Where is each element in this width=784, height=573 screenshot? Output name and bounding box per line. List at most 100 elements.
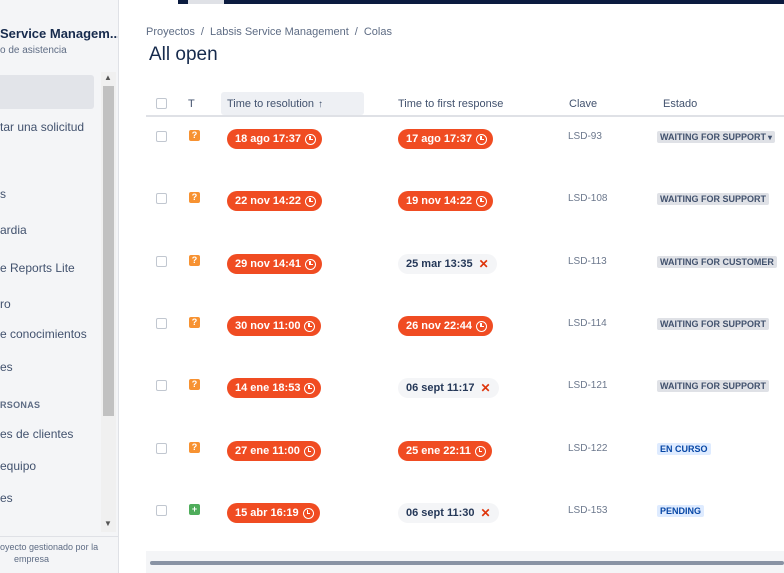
row-checkbox[interactable] — [156, 256, 167, 267]
sla-resolution-value: 30 nov 11:00 — [235, 320, 301, 332]
status-label: WAITING FOR SUPPORT — [660, 319, 767, 329]
issue-key-link[interactable]: LSD-121 — [568, 380, 607, 391]
question-type-icon: ? — [189, 255, 200, 266]
sidebar-item-3[interactable]: ardia — [0, 223, 27, 237]
sla-first-response-value: 25 mar 13:35 — [406, 258, 473, 270]
sla-resolution-value: 18 ago 17:37 — [235, 133, 302, 145]
issue-key-link[interactable]: LSD-113 — [568, 256, 607, 267]
status-label: WAITING FOR SUPPORT — [660, 381, 767, 391]
breadcrumb-queues[interactable]: Colas — [364, 26, 392, 38]
question-type-icon: ? — [189, 442, 200, 453]
top-navigation-bar — [178, 0, 784, 4]
sla-resolution-lozenge: 22 nov 14:22 — [227, 191, 323, 211]
question-type-icon: ? — [189, 192, 200, 203]
row-checkbox[interactable] — [156, 443, 167, 454]
question-type-icon: ? — [189, 317, 200, 328]
clock-icon — [303, 445, 315, 457]
row-checkbox[interactable] — [156, 505, 167, 516]
sla-first-response-value: 06 sept 11:30 — [406, 507, 475, 519]
sidebar-item-customers[interactable]: es de clientes — [0, 427, 73, 441]
horizontal-scrollbar-thumb[interactable] — [150, 561, 784, 565]
sla-first-response-value: 17 ago 17:37 — [406, 133, 473, 145]
sla-first-response-lozenge: 19 nov 14:22 — [398, 191, 494, 211]
sla-first-response-lozenge: 25 ene 22:11 — [398, 441, 492, 461]
status-lozenge[interactable]: WAITING FOR SUPPORT ▾ — [657, 131, 776, 143]
column-header-status[interactable]: Estado — [663, 98, 697, 110]
issue-key-link[interactable]: LSD-108 — [568, 193, 607, 204]
sidebar-section-people: RSONAS — [0, 400, 41, 410]
status-lozenge[interactable]: PENDING — [657, 505, 705, 517]
breadcrumb-project[interactable]: Labsis Service Management — [210, 26, 349, 38]
sla-first-response-value: 06 sept 11:17 — [406, 382, 475, 394]
sidebar-item-5[interactable]: ro — [0, 297, 11, 311]
sla-first-response-lozenge: 06 sept 11:30 ✕ — [398, 503, 499, 523]
sla-resolution-lozenge: 29 nov 14:41 — [227, 254, 323, 274]
new-feature-type-icon: + — [189, 504, 200, 515]
sidebar-item-7[interactable]: es — [0, 360, 13, 374]
sla-resolution-lozenge: 14 ene 18:53 — [227, 378, 322, 398]
sla-breached-x-icon: ✕ — [480, 381, 491, 395]
chevron-down-icon[interactable]: ▾ — [768, 133, 772, 142]
issue-key-link[interactable]: LSD-93 — [568, 131, 602, 142]
status-lozenge[interactable]: EN CURSO — [657, 443, 711, 455]
sla-breached-x-icon: ✕ — [480, 506, 491, 520]
status-lozenge[interactable]: WAITING FOR SUPPORT — [657, 193, 770, 205]
sidebar-item-10[interactable]: es — [0, 491, 13, 505]
question-type-icon: ? — [189, 130, 200, 141]
row-checkbox[interactable] — [156, 193, 167, 204]
scroll-down-arrow-icon[interactable]: ▼ — [104, 519, 112, 528]
sidebar-footer: oyecto gestionado por la empresa — [0, 536, 118, 573]
sidebar-item-raise-request[interactable]: tar una solicitud — [0, 120, 84, 134]
status-label: WAITING FOR SUPPORT — [660, 194, 767, 204]
sidebar-item-selected[interactable] — [0, 75, 94, 109]
issue-key-link[interactable]: LSD-153 — [568, 505, 607, 516]
sidebar-item-2[interactable]: s — [0, 187, 6, 201]
status-label: WAITING FOR SUPPORT — [660, 132, 767, 142]
issue-key-link[interactable]: LSD-114 — [568, 318, 607, 329]
row-checkbox[interactable] — [156, 318, 167, 329]
sla-resolution-value: 22 nov 14:22 — [235, 195, 302, 207]
sort-ascending-icon: ↑ — [318, 99, 324, 110]
status-label: PENDING — [660, 506, 702, 516]
sidebar: Service Managem... o de asistencia tar u… — [0, 0, 119, 573]
column-header-time-to-first-response[interactable]: Time to first response — [398, 98, 503, 110]
issue-key-link[interactable]: LSD-122 — [568, 443, 607, 454]
breadcrumb-separator: / — [354, 26, 358, 38]
sla-resolution-value: 29 nov 14:41 — [235, 258, 302, 270]
scroll-up-arrow-icon[interactable]: ▲ — [104, 73, 112, 82]
page-title: All open — [149, 44, 218, 65]
select-all-checkbox[interactable] — [156, 98, 167, 109]
sla-breached-x-icon: ✕ — [478, 257, 489, 271]
footer-line-1: oyecto gestionado por la — [0, 542, 99, 552]
clock-icon — [305, 258, 317, 270]
sla-resolution-lozenge: 30 nov 11:00 — [227, 316, 322, 336]
sla-resolution-lozenge: 15 abr 16:19 — [227, 503, 320, 523]
row-checkbox[interactable] — [156, 131, 167, 142]
table-header: T Time to resolution ↑ Time to first resp… — [146, 92, 784, 117]
clock-icon — [302, 507, 314, 519]
status-lozenge[interactable]: WAITING FOR SUPPORT — [657, 318, 770, 330]
row-checkbox[interactable] — [156, 380, 167, 391]
sidebar-item-team[interactable]: equipo — [0, 459, 36, 473]
project-name[interactable]: Service Managem... — [0, 26, 118, 41]
sidebar-item-knowledge-base[interactable]: e conocimientos — [0, 327, 87, 341]
status-lozenge[interactable]: WAITING FOR CUSTOMER — [657, 256, 777, 268]
sla-first-response-value: 25 ene 22:11 — [406, 445, 471, 457]
sla-resolution-value: 14 ene 18:53 — [235, 382, 301, 394]
sla-first-response-value: 19 nov 14:22 — [406, 195, 473, 207]
clock-icon — [305, 195, 317, 207]
breadcrumb-projects[interactable]: Proyectos — [146, 26, 195, 38]
sla-first-response-lozenge: 06 sept 11:17 ✕ — [398, 378, 499, 398]
sidebar-item-reports-lite[interactable]: e Reports Lite — [0, 261, 75, 275]
horizontal-scrollbar[interactable] — [146, 551, 784, 573]
sidebar-scrollbar[interactable]: ▲ ▼ — [101, 72, 116, 532]
column-header-key[interactable]: Clave — [569, 98, 597, 110]
scrollbar-thumb[interactable] — [103, 86, 114, 416]
status-label: EN CURSO — [660, 444, 708, 454]
breadcrumb-separator: / — [200, 26, 204, 38]
column-header-type[interactable]: T — [188, 98, 195, 110]
clock-icon — [305, 133, 317, 145]
column-header-time-to-resolution[interactable]: Time to resolution ↑ — [227, 98, 323, 110]
status-lozenge[interactable]: WAITING FOR SUPPORT — [657, 380, 770, 392]
sla-first-response-value: 26 nov 22:44 — [406, 320, 473, 332]
